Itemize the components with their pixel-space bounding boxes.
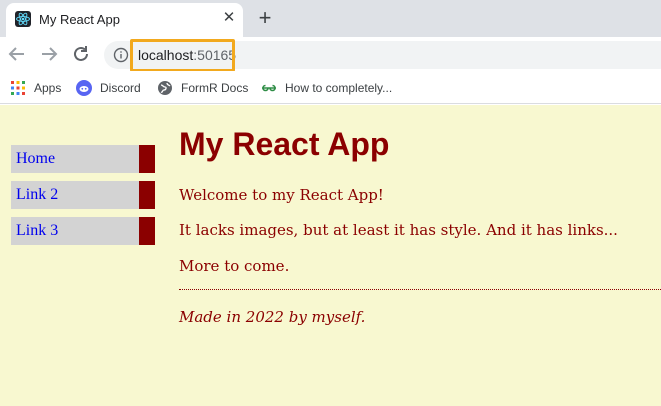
info-icon[interactable]: [113, 47, 129, 63]
reload-icon[interactable]: [68, 41, 94, 67]
welcome-paragraph: Welcome to my React App!: [179, 186, 384, 204]
bookmark-apps[interactable]: Apps: [10, 79, 61, 97]
tab-title: My React App: [39, 12, 120, 27]
back-arrow-icon[interactable]: [4, 41, 30, 67]
globe-icon: [157, 80, 173, 96]
bookmark-label: FormR Docs: [181, 81, 249, 95]
bookmark-formr-docs[interactable]: FormR Docs: [157, 79, 248, 97]
url-highlight-box: [130, 39, 235, 72]
footer-text: Made in 2022 by myself.: [179, 308, 366, 326]
react-logo-icon: [15, 11, 31, 27]
nav-link-home[interactable]: Home: [11, 145, 155, 173]
close-tab-icon[interactable]: ✕: [220, 9, 238, 27]
page-heading: My React App: [179, 126, 390, 162]
browser-tab[interactable]: My React App ✕: [6, 3, 243, 37]
bookmark-label: How to completely...: [285, 81, 393, 95]
browser-toolbar: localhost:50165: [0, 37, 661, 71]
geeksforgeeks-icon: [261, 80, 277, 96]
nav-link-2[interactable]: Link 2: [11, 181, 155, 209]
side-nav: Home Link 2 Link 3: [11, 145, 155, 253]
discord-icon: [76, 80, 92, 96]
bookmark-label: Discord: [100, 81, 141, 95]
tab-strip: My React App ✕ +: [0, 0, 661, 37]
bookmark-discord[interactable]: Discord: [76, 79, 141, 97]
divider: [179, 289, 661, 290]
apps-grid-icon: [10, 80, 26, 96]
bookmark-label: Apps: [34, 81, 62, 95]
nav-link-3[interactable]: Link 3: [11, 217, 155, 245]
page-content: Home Link 2 Link 3 My React App Welcome …: [0, 105, 661, 406]
more-paragraph: More to come.: [179, 257, 290, 275]
new-tab-button[interactable]: +: [252, 5, 278, 31]
style-paragraph: It lacks images, but at least it has sty…: [179, 221, 618, 239]
forward-arrow-icon[interactable]: [36, 41, 62, 67]
bookmarks-bar: Apps Discord FormR Docs How to completel…: [0, 71, 661, 104]
bookmark-how-to[interactable]: How to completely...: [261, 79, 392, 97]
